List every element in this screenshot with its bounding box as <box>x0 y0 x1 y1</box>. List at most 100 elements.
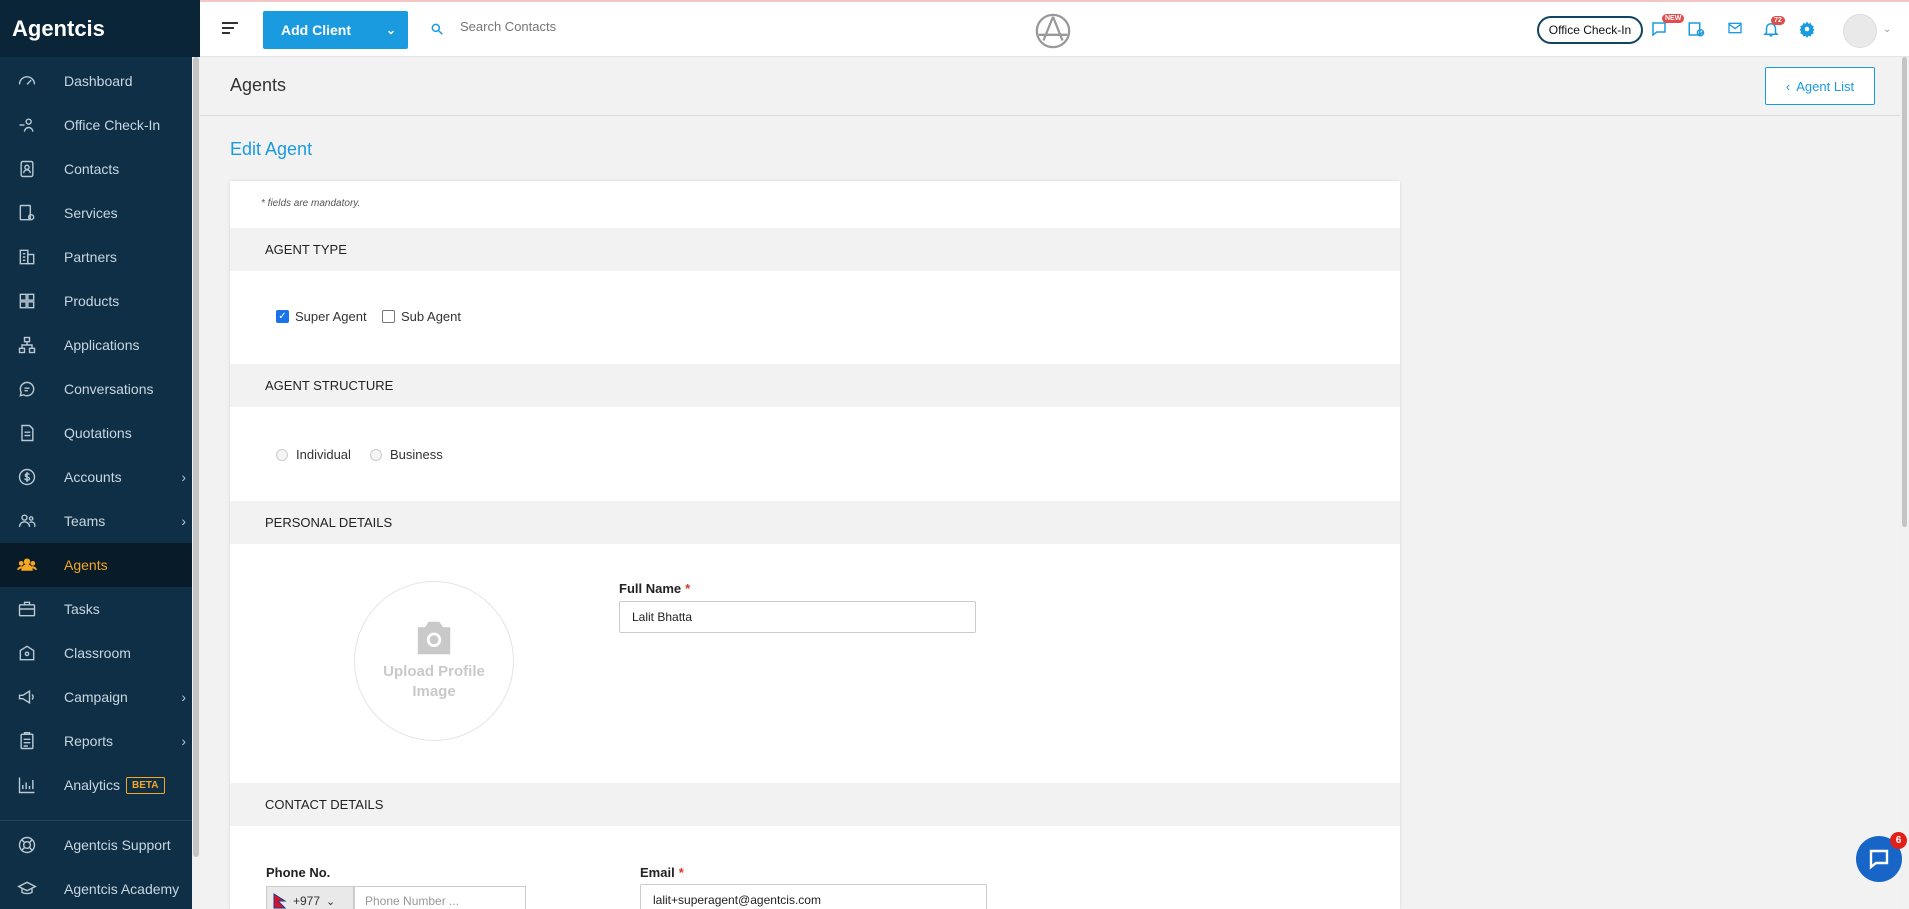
team-icon <box>16 510 38 532</box>
full-name-label: Full Name * <box>619 581 691 596</box>
business-label: Business <box>390 447 443 462</box>
mail-icon[interactable] <box>1726 20 1748 42</box>
sub-agent-checkbox[interactable]: Sub Agent <box>382 309 461 324</box>
individual-label: Individual <box>296 447 351 462</box>
agents-icon <box>16 554 38 576</box>
notification-count-badge: 72 <box>1771 16 1785 25</box>
brand-logo[interactable]: Agentcis <box>0 0 200 57</box>
chevron-right-icon: › <box>181 733 186 749</box>
sidebar-item-office-check-in[interactable]: Office Check-In <box>0 103 200 147</box>
super-agent-checkbox[interactable]: ✓ Super Agent <box>276 309 367 324</box>
sidebar-item-label: Agentcis Support <box>64 837 171 853</box>
sidebar-item-accounts[interactable]: Accounts › <box>0 455 200 499</box>
chevron-down-icon: ⌄ <box>326 895 336 908</box>
section-agent-type: AGENT TYPE <box>230 228 1400 271</box>
academy-icon <box>16 878 38 900</box>
sidebar-item-applications[interactable]: Applications <box>0 323 200 367</box>
sidebar-item-label: Tasks <box>64 601 100 617</box>
chevron-left-icon: ‹ <box>1785 78 1791 94</box>
sidebar-item-tasks[interactable]: Tasks <box>0 587 200 631</box>
sidebar-item-agentcis-academy[interactable]: Agentcis Academy <box>0 867 200 909</box>
sidebar-nav: Dashboard Office Check-In Contacts Servi… <box>0 57 200 807</box>
sidebar-item-label: Services <box>64 205 118 221</box>
upload-profile-image[interactable]: Upload Profile Image <box>354 581 514 741</box>
email-input[interactable]: lalit+superagent@agentcis.com <box>640 884 987 909</box>
radio-circle[interactable] <box>370 448 382 461</box>
section-agent-structure: AGENT STRUCTURE <box>230 364 1400 407</box>
business-radio[interactable]: Business <box>370 447 443 462</box>
check-icon[interactable]: ✓ <box>276 310 289 323</box>
country-code-select[interactable]: +977 ⌄ <box>266 886 354 909</box>
radio-circle[interactable] <box>276 448 288 461</box>
menu-toggle-icon[interactable] <box>222 22 238 38</box>
sidebar-item-label: Accounts <box>64 469 122 485</box>
sidebar-item-label: Quotations <box>64 425 132 441</box>
lifebuoy-icon <box>16 834 38 856</box>
chat-unread-badge: 6 <box>1890 832 1907 849</box>
page-scroll-thumb[interactable] <box>1902 57 1907 527</box>
sidebar-item-label: Teams <box>64 513 106 529</box>
sidebar-item-contacts[interactable]: Contacts <box>0 147 200 191</box>
add-client-button[interactable]: Add Client ⌄ <box>263 11 408 49</box>
sidebar-item-classroom[interactable]: Classroom <box>0 631 200 675</box>
sub-agent-label: Sub Agent <box>401 309 461 324</box>
phone-label: Phone No. <box>266 865 331 880</box>
mandatory-note: * fields are mandatory. <box>261 198 361 209</box>
sidebar-item-conversations[interactable]: Conversations <box>0 367 200 411</box>
sidebar-item-services[interactable]: Services <box>0 191 200 235</box>
products-icon <box>16 290 38 312</box>
page-title: Agents <box>230 75 287 95</box>
page-header: Agents ‹ Agent List <box>200 57 1909 116</box>
search-contacts-input[interactable] <box>460 19 660 34</box>
page-scrollbar[interactable] <box>1900 57 1909 909</box>
gear-icon[interactable] <box>1798 20 1820 42</box>
full-name-input[interactable]: Lalit Bhatta <box>619 601 976 633</box>
sidebar-item-teams[interactable]: Teams › <box>0 499 200 543</box>
chevron-down-icon[interactable]: ⌄ <box>374 23 408 37</box>
topbar: Add Client ⌄ Office Check-In NEW 72 ⌄ <box>200 0 1909 57</box>
sidebar-item-label: Dashboard <box>64 73 133 89</box>
chevron-right-icon: › <box>181 513 186 529</box>
tasks-check-icon[interactable] <box>1686 20 1708 42</box>
email-label: Email * <box>640 865 684 880</box>
sidebar-item-label: Contacts <box>64 161 120 177</box>
phone-number-input[interactable]: Phone Number ... <box>354 886 526 909</box>
sidebar-item-label: Reports <box>64 733 114 749</box>
sidebar-item-quotations[interactable]: Quotations <box>0 411 200 455</box>
sidebar-item-dashboard[interactable]: Dashboard <box>0 59 200 103</box>
gauge-icon <box>16 70 38 92</box>
notifications-bell-icon[interactable]: 72 <box>1762 16 1785 42</box>
sidebar-item-label: Analytics <box>64 777 121 793</box>
checkbox-box[interactable] <box>382 310 395 323</box>
sidebar-item-partners[interactable]: Partners <box>0 235 200 279</box>
sidebar-item-analytics[interactable]: Analytics BETA <box>0 763 200 807</box>
individual-radio[interactable]: Individual <box>276 447 351 462</box>
nepal-flag-icon <box>273 893 287 909</box>
sidebar-item-label: Campaign <box>64 689 128 705</box>
agent-list-button[interactable]: ‹ Agent List <box>1765 67 1875 105</box>
sidebar-item-agentcis-support[interactable]: Agentcis Support <box>0 823 200 867</box>
sidebar-item-agents[interactable]: Agents <box>0 543 200 587</box>
sidebar-scrollbar[interactable] <box>192 57 200 909</box>
chat-bubble-icon <box>1869 849 1889 870</box>
classroom-icon <box>16 642 38 664</box>
beta-badge: BETA <box>126 776 165 794</box>
chevron-down-icon[interactable]: ⌄ <box>1883 24 1891 35</box>
search-icon[interactable] <box>430 22 444 41</box>
add-client-label: Add Client <box>281 22 351 38</box>
section-contact-details: CONTACT DETAILS <box>230 783 1400 826</box>
briefcase-icon <box>16 598 38 620</box>
sidebar-scroll-thumb[interactable] <box>193 57 199 857</box>
flow-icon <box>16 334 38 356</box>
whats-new-icon[interactable]: NEW <box>1650 14 1685 42</box>
user-avatar[interactable] <box>1843 14 1877 48</box>
sidebar-item-reports[interactable]: Reports › <box>0 719 200 763</box>
sidebar-item-label: Conversations <box>64 381 154 397</box>
office-check-in-button[interactable]: Office Check-In <box>1537 16 1643 44</box>
upload-profile-text: Upload Profile Image <box>383 663 485 700</box>
form-heading: Edit Agent <box>230 139 313 159</box>
sidebar-item-label: Partners <box>64 249 117 265</box>
sidebar-item-campaign[interactable]: Campaign › <box>0 675 200 719</box>
sidebar-item-products[interactable]: Products <box>0 279 200 323</box>
sidebar-item-label: Products <box>64 293 120 309</box>
